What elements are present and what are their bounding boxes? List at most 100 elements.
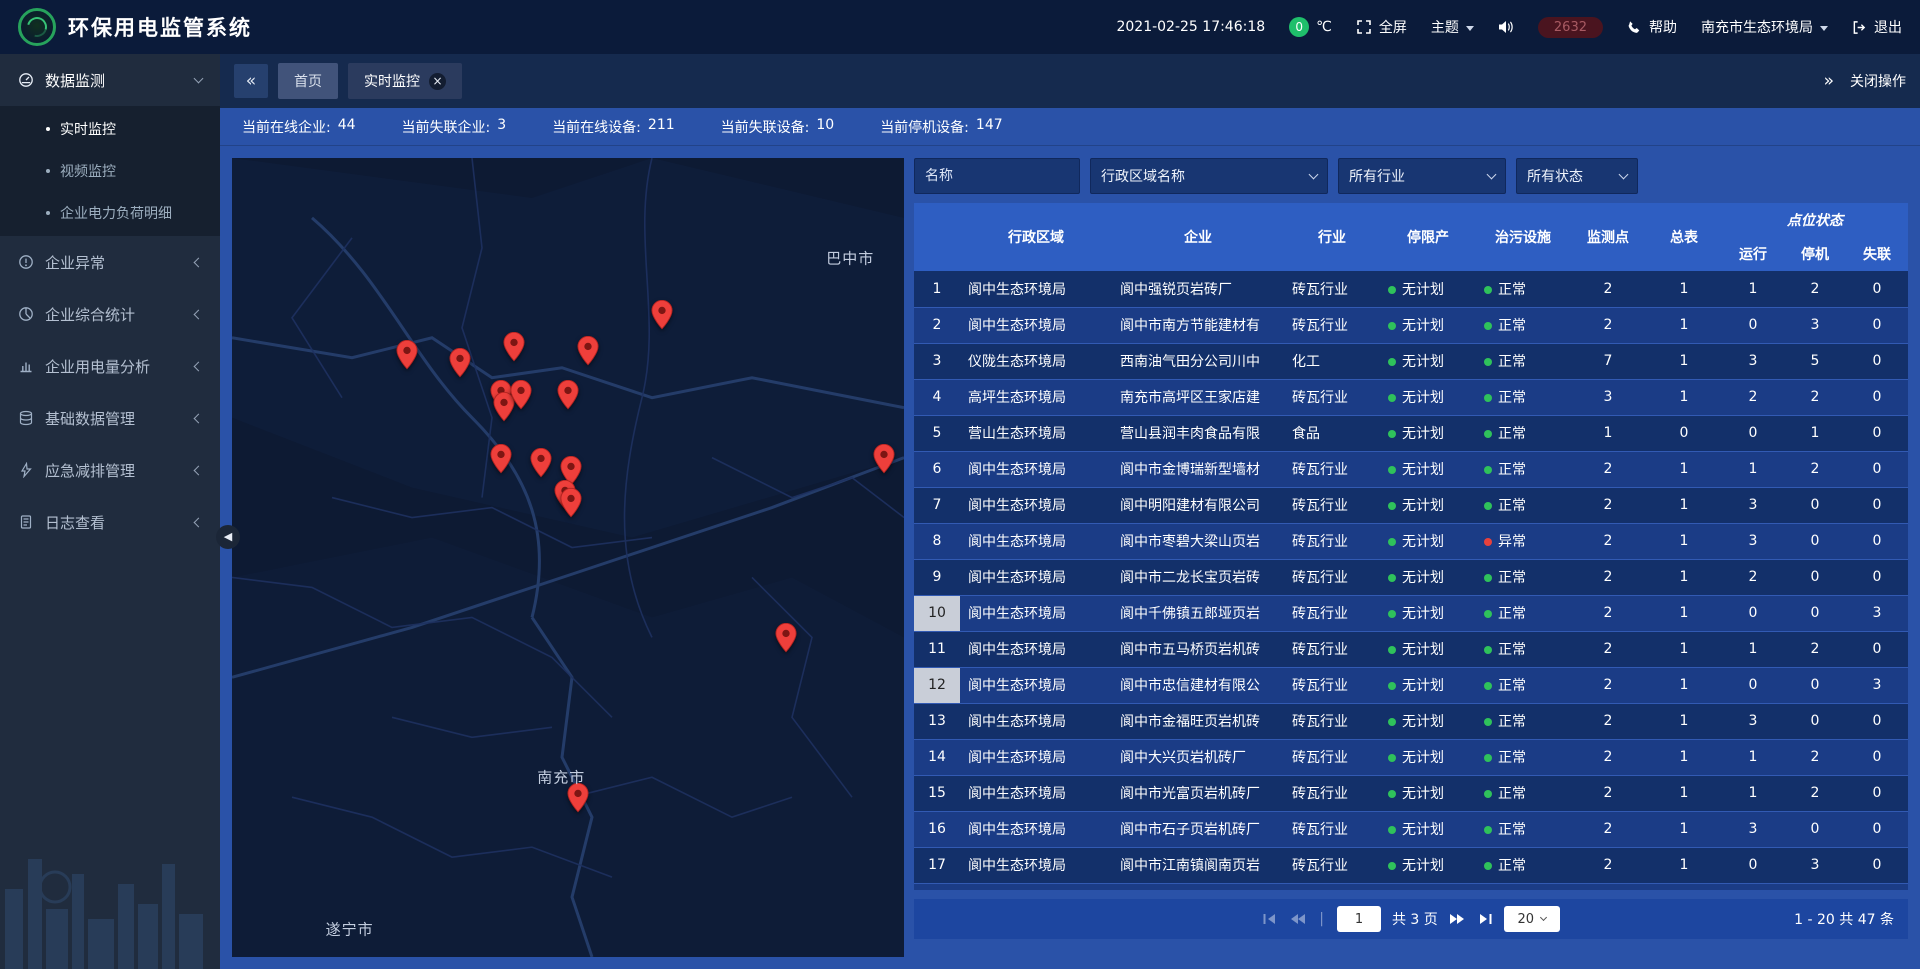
chevron-left-icon — [194, 517, 204, 527]
tab-label: 实时监控 — [364, 71, 420, 91]
fullscreen-button[interactable]: 全屏 — [1356, 17, 1407, 37]
table-row[interactable]: 17 阆中生态环境局 阆中市江南镇阆南页岩 砖瓦行业 无计划 正常 2 1 0 … — [914, 847, 1908, 883]
tabs-scroll-left-button[interactable]: « — [234, 64, 268, 98]
help-button[interactable]: 帮助 — [1627, 17, 1677, 37]
map-pin[interactable] — [873, 444, 895, 474]
sidebar-group-6[interactable]: 应急减排管理 — [0, 444, 220, 496]
col-header-stopped: 停机 — [1784, 237, 1846, 271]
map-pin[interactable] — [396, 340, 418, 370]
stat-label: 当前失联设备: — [721, 117, 810, 137]
map-pin[interactable] — [775, 623, 797, 653]
row-stopped-count: 2 — [1784, 451, 1846, 487]
prev-page-button[interactable] — [1289, 913, 1306, 925]
row-region: 阆中生态环境局 — [960, 559, 1112, 595]
sound-button[interactable] — [1498, 20, 1514, 34]
logout-button[interactable]: 退出 — [1852, 17, 1902, 37]
table-row[interactable]: 12 阆中生态环境局 阆中市忠信建材有限公 砖瓦行业 无计划 正常 2 1 0 … — [914, 667, 1908, 703]
sidebar-item-label: 实时监控 — [60, 119, 116, 139]
row-offline-count: 0 — [1846, 703, 1908, 739]
table-row[interactable]: 2 阆中生态环境局 阆中市南方节能建材有 砖瓦行业 无计划 正常 2 1 0 3… — [914, 307, 1908, 343]
map-pin[interactable] — [490, 444, 512, 474]
sidebar-group-7[interactable]: 日志查看 — [0, 496, 220, 548]
theme-dropdown[interactable]: 主题 — [1431, 17, 1474, 37]
sidebar-group-label: 企业综合统计 — [45, 304, 184, 325]
map-pin[interactable] — [577, 336, 599, 366]
stat-value: 44 — [338, 117, 356, 137]
sidebar-group-1[interactable]: 数据监测 — [0, 54, 220, 106]
industry-filter-select[interactable]: 所有行业 — [1338, 158, 1506, 194]
table-row[interactable]: 15 阆中生态环境局 阆中市光富页岩机砖厂 砖瓦行业 无计划 正常 2 1 1 … — [914, 775, 1908, 811]
row-industry: 食品 — [1284, 415, 1380, 451]
close-operations-button[interactable]: 关闭操作 — [1850, 71, 1906, 91]
sidebar-group-5[interactable]: 基础数据管理 — [0, 392, 220, 444]
region-filter-select[interactable]: 行政区域名称 — [1090, 158, 1328, 194]
row-monitor-points: 2 — [1570, 559, 1646, 595]
last-page-button[interactable] — [1477, 913, 1493, 925]
table-row[interactable]: 3 仪陇生态环境局 西南油气田分公司川中 化工 无计划 正常 7 1 3 5 0 — [914, 343, 1908, 379]
table-row[interactable]: 11 阆中生态环境局 阆中市五马桥页岩机砖 砖瓦行业 无计划 正常 2 1 1 … — [914, 631, 1908, 667]
row-running-count: 1 — [1722, 739, 1784, 775]
sidebar-group-3[interactable]: 企业综合统计 — [0, 288, 220, 340]
map-collapse-button[interactable]: ◀ — [216, 525, 240, 549]
table-row[interactable]: 1 阆中生态环境局 阆中强锐页岩砖厂 砖瓦行业 无计划 正常 2 1 1 2 0 — [914, 271, 1908, 307]
sidebar-group-label: 日志查看 — [45, 512, 184, 533]
map-pin[interactable] — [449, 348, 471, 378]
table-row[interactable]: 6 阆中生态环境局 阆中市金博瑞新型墙材 砖瓦行业 无计划 正常 2 1 1 2… — [914, 451, 1908, 487]
row-production-status: 无计划 — [1380, 379, 1476, 415]
row-running-count: 1 — [1722, 451, 1784, 487]
sidebar-item[interactable]: 企业电力负荷明细 — [0, 192, 220, 234]
status-filter-select[interactable]: 所有状态 — [1516, 158, 1638, 194]
table-row[interactable]: 16 阆中生态环境局 阆中市石子页岩机砖厂 砖瓦行业 无计划 正常 2 1 3 … — [914, 811, 1908, 847]
table-row[interactable]: 5 营山生态环境局 营山县润丰肉食品有限 食品 无计划 正常 1 0 0 1 0 — [914, 415, 1908, 451]
map-pin[interactable] — [503, 332, 525, 362]
table-row[interactable]: 4 高坪生态环境局 南充市高坪区王家店建 砖瓦行业 无计划 正常 3 1 2 2… — [914, 379, 1908, 415]
page-size-select[interactable]: 20 — [1504, 906, 1560, 932]
map-pin[interactable] — [510, 380, 532, 410]
org-dropdown[interactable]: 南充市生态环境局 — [1701, 17, 1828, 37]
next-page-button[interactable] — [1449, 913, 1466, 925]
first-page-button[interactable] — [1262, 913, 1278, 925]
map-canvas[interactable]: 巴中市南充市遂宁市 — [232, 158, 904, 957]
table-row[interactable]: 7 阆中生态环境局 阆中明阳建材有限公司 砖瓦行业 无计划 正常 2 1 3 0… — [914, 487, 1908, 523]
status-dot-icon — [1388, 646, 1396, 654]
tabs-scroll-right-icon[interactable]: » — [1824, 71, 1834, 91]
row-offline-count: 0 — [1846, 847, 1908, 883]
status-dot-icon — [1388, 826, 1396, 834]
status-dot-icon — [1484, 718, 1492, 726]
sidebar-menu: 数据监测实时监控视频监控企业电力负荷明细企业异常企业综合统计企业用电量分析基础数… — [0, 54, 220, 548]
row-stopped-count: 0 — [1784, 559, 1846, 595]
map-pin[interactable] — [560, 488, 582, 518]
row-index: 11 — [914, 631, 960, 667]
tab-2[interactable]: 实时监控 × — [348, 63, 462, 99]
row-total-meters: 1 — [1646, 847, 1722, 883]
notification-count-badge[interactable]: 2632 — [1538, 17, 1603, 38]
map-pin[interactable] — [651, 300, 673, 330]
table-row[interactable]: 8 阆中生态环境局 阆中市枣碧大梁山页岩 砖瓦行业 无计划 异常 2 1 3 0… — [914, 523, 1908, 559]
row-index: 3 — [914, 343, 960, 379]
sidebar-group-4[interactable]: 企业用电量分析 — [0, 340, 220, 392]
map-pin[interactable] — [530, 448, 552, 478]
table-scroll-area[interactable]: 行政区域 企业 行业 停限产 治污设施 监测点 总表 点位状态 运行 — [914, 203, 1908, 890]
sidebar-item[interactable]: 实时监控 — [0, 108, 220, 150]
page-number-input[interactable] — [1337, 906, 1381, 932]
sidebar-group-2[interactable]: 企业异常 — [0, 236, 220, 288]
row-index: 10 — [914, 595, 960, 631]
row-production-status: 无计划 — [1380, 559, 1476, 595]
row-monitor-points: 2 — [1570, 307, 1646, 343]
table-row[interactable]: 10 阆中生态环境局 阆中千佛镇五郎垭页岩 砖瓦行业 无计划 正常 2 1 0 … — [914, 595, 1908, 631]
map-pin[interactable] — [557, 380, 579, 410]
table-row[interactable]: 13 阆中生态环境局 阆中市金福旺页岩机砖 砖瓦行业 无计划 正常 2 1 3 … — [914, 703, 1908, 739]
name-filter-input[interactable] — [914, 158, 1080, 194]
table-row[interactable]: 9 阆中生态环境局 阆中市二龙长宝页岩砖 砖瓦行业 无计划 正常 2 1 2 0… — [914, 559, 1908, 595]
sidebar-group-label: 数据监测 — [45, 70, 184, 91]
row-monitor-points: 2 — [1570, 847, 1646, 883]
sidebar-item[interactable]: 视频监控 — [0, 150, 220, 192]
close-icon[interactable]: × — [429, 73, 446, 90]
row-stopped-count: 2 — [1784, 631, 1846, 667]
row-total-meters: 1 — [1646, 271, 1722, 307]
tab-1[interactable]: 首页 — [278, 63, 338, 99]
row-region: 阆中生态环境局 — [960, 847, 1112, 883]
table-row[interactable]: 18 南部生态环境局 南部县鑫达建材有限公 砖瓦行业 无计划 正常 2 1 0 … — [914, 883, 1908, 890]
table-row[interactable]: 14 阆中生态环境局 阆中大兴页岩机砖厂 砖瓦行业 无计划 正常 2 1 1 2… — [914, 739, 1908, 775]
row-total-meters: 0 — [1646, 415, 1722, 451]
